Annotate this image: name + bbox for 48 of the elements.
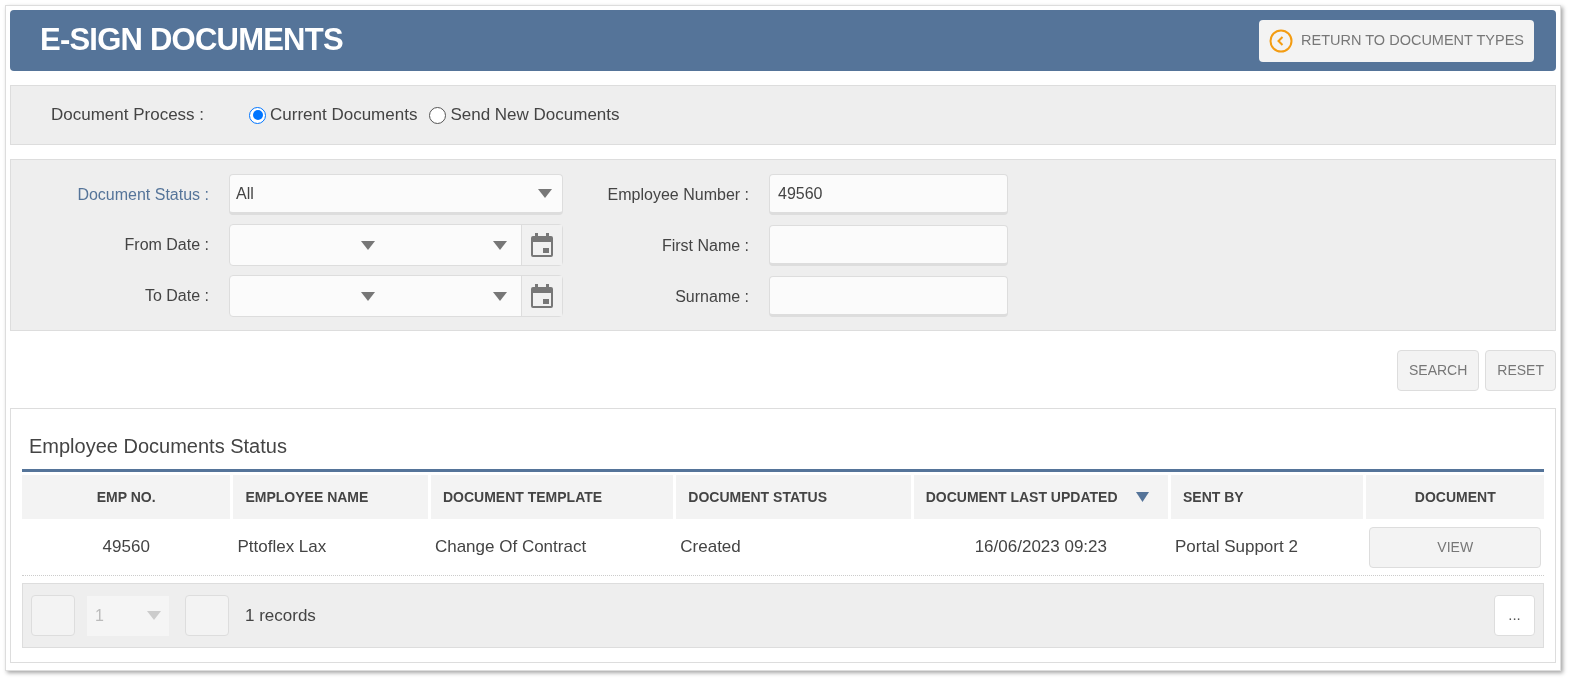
field-label: First Name : <box>660 235 750 256</box>
table-cell-text: Portal Support 2 <box>1174 536 1299 559</box>
column-header[interactable]: DOCUMENT <box>1366 475 1544 519</box>
return-button[interactable]: RETURN TO DOCUMENT TYPES <box>1259 19 1534 62</box>
table-cell-text: Change Of Contract <box>433 536 588 559</box>
radio-button[interactable] <box>249 106 266 124</box>
action-button[interactable]: SEARCH <box>1396 350 1480 391</box>
page-title: E-SIGN DOCUMENTS <box>40 21 343 60</box>
radio-option[interactable]: Send New Documents <box>429 102 620 128</box>
table-cell-text: 49560 <box>101 536 151 559</box>
date-field[interactable] <box>229 224 563 266</box>
record-count: 1 records <box>245 604 316 627</box>
process-label: Document Process : <box>51 104 206 127</box>
view-button[interactable]: VIEW <box>1369 526 1542 568</box>
caret-icon <box>538 189 552 198</box>
radio-option[interactable]: Current Documents <box>249 102 418 128</box>
column-header[interactable]: EMP NO. <box>22 475 231 519</box>
calendar-icon[interactable] <box>531 233 553 257</box>
radio-button[interactable] <box>429 106 447 124</box>
column-header[interactable]: DOCUMENT TEMPLATE <box>430 475 674 519</box>
text-field[interactable] <box>769 276 1008 317</box>
caret-icon <box>147 611 161 620</box>
column-header[interactable]: EMPLOYEE NAME <box>233 475 428 519</box>
field-label: To Date : <box>143 286 210 306</box>
field-label: Employee Number : <box>606 184 750 205</box>
field-label: Document Status : <box>76 184 210 205</box>
chevron-left-circle-icon <box>1269 28 1294 53</box>
caret-icon <box>361 291 375 301</box>
table-cell-text: Pttoflex Lax <box>236 536 328 559</box>
caret-icon <box>361 240 375 250</box>
table-cell-text: 16/06/2023 09:23 <box>973 536 1108 559</box>
caret-icon <box>493 291 507 301</box>
more-button[interactable]: ... <box>1494 595 1535 636</box>
field-label: From Date : <box>123 235 210 255</box>
dropdown-value: All <box>236 183 254 204</box>
status-dropdown[interactable]: All <box>229 174 563 215</box>
text-field[interactable] <box>769 225 1008 266</box>
column-header[interactable]: DOCUMENT LAST UPDATED <box>913 475 1168 519</box>
field-label: Surname : <box>674 286 750 307</box>
table-title: Employee Documents Status <box>22 431 1544 472</box>
caret-icon <box>493 240 507 250</box>
column-header[interactable]: DOCUMENT STATUS <box>676 475 911 519</box>
action-button[interactable]: RESET <box>1485 350 1556 391</box>
date-field[interactable] <box>229 275 563 317</box>
column-header[interactable]: SENT BY <box>1170 475 1364 519</box>
table-cell-text: Created <box>679 536 742 559</box>
calendar-icon[interactable] <box>531 284 553 308</box>
text-field[interactable]: 49560 <box>769 174 1008 215</box>
